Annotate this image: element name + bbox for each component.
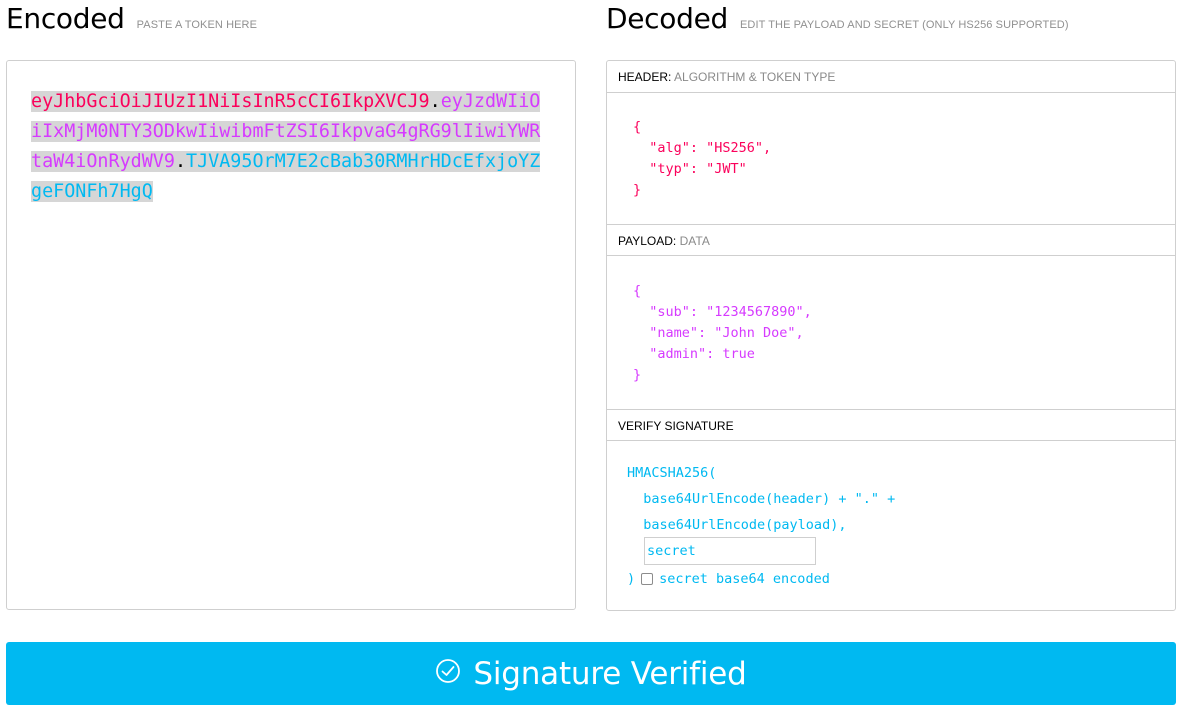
check-circle-icon bbox=[435, 658, 461, 689]
payload-section-title: PAYLOAD: DATA bbox=[607, 224, 1175, 256]
signature-status-label: Signature Verified bbox=[473, 655, 747, 692]
token-dot: . bbox=[429, 91, 441, 112]
header-json-editor[interactable]: { "alg": "HS256", "typ": "JWT" } bbox=[633, 117, 771, 201]
header-section-title: HEADER: ALGORITHM & TOKEN TYPE bbox=[607, 61, 1175, 93]
encoded-title: Encoded bbox=[6, 2, 125, 35]
header-section-label: HEADER: bbox=[618, 70, 672, 84]
close-paren: ) bbox=[627, 571, 636, 587]
token-text[interactable]: eyJhbGciOiJIUzI1NiIsInR5cCI6IkpXVCJ9.eyJ… bbox=[31, 87, 551, 207]
base64-checkbox[interactable] bbox=[641, 573, 654, 585]
decoded-panel: HEADER: ALGORITHM & TOKEN TYPE { "alg": … bbox=[606, 60, 1176, 611]
signature-section-label: VERIFY SIGNATURE bbox=[618, 419, 734, 433]
payload-section-sublabel: DATA bbox=[679, 234, 710, 248]
payload-section-label: PAYLOAD: bbox=[618, 234, 677, 248]
token-dot: . bbox=[174, 151, 187, 172]
signature-code: HMACSHA256( base64UrlEncode(header) + ".… bbox=[627, 465, 896, 533]
decoded-subtitle: EDIT THE PAYLOAD AND SECRET (ONLY HS256 … bbox=[740, 19, 1069, 31]
encoded-subtitle: PASTE A TOKEN HERE bbox=[136, 19, 258, 31]
signature-section-title: VERIFY SIGNATURE bbox=[607, 409, 1175, 441]
decoded-heading: Decoded EDIT THE PAYLOAD AND SECRET (ONL… bbox=[606, 2, 1069, 35]
secret-input[interactable] bbox=[644, 537, 816, 565]
encoded-heading: Encoded PASTE A TOKEN HERE bbox=[6, 2, 257, 35]
signature-verified-banner: Signature Verified bbox=[6, 642, 1176, 705]
base64-option-row: ) secret base64 encoded bbox=[627, 566, 830, 592]
encoded-token-editor[interactable]: eyJhbGciOiJIUzI1NiIsInR5cCI6IkpXVCJ9.eyJ… bbox=[6, 60, 576, 610]
payload-json-editor[interactable]: { "sub": "1234567890", "name": "John Doe… bbox=[633, 281, 812, 386]
base64-checkbox-label[interactable]: secret base64 encoded bbox=[659, 566, 830, 592]
token-header-part: eyJhbGciOiJIUzI1NiIsInR5cCI6IkpXVCJ9 bbox=[31, 91, 430, 112]
decoded-title: Decoded bbox=[606, 2, 728, 35]
header-section-sublabel: ALGORITHM & TOKEN TYPE bbox=[674, 70, 836, 84]
